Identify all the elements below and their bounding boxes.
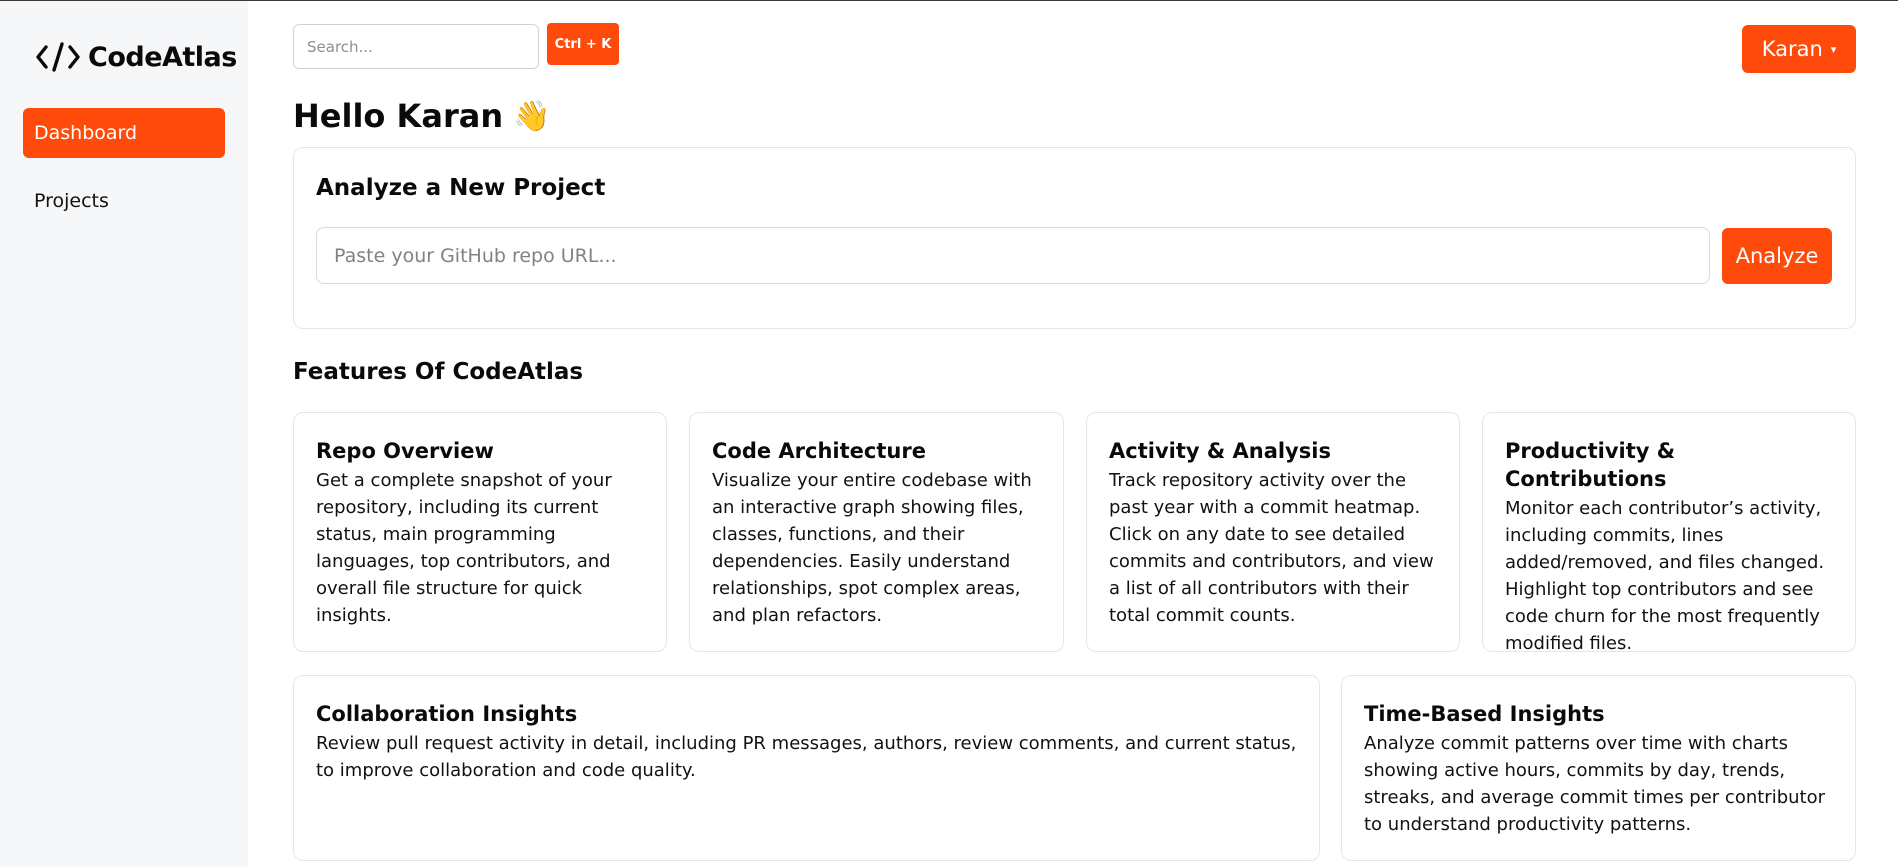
feature-card-time-based-insights: Time-Based Insights Analyze commit patte…: [1341, 675, 1856, 861]
sidebar-item-label: Dashboard: [34, 122, 138, 144]
user-menu-button[interactable]: Karan ▾: [1742, 25, 1856, 73]
feature-card-code-architecture: Code Architecture Visualize your entire …: [689, 412, 1064, 652]
feature-card-description: Analyze commit patterns over time with c…: [1364, 733, 1826, 835]
app-name: CodeAtlas: [88, 41, 237, 73]
main-content: Ctrl + K Karan ▾ Hello Karan 👋 Analyze a…: [248, 1, 1898, 867]
feature-card-title: Productivity & Contributions: [1505, 439, 1676, 491]
feature-card-description: Track repository activity over the past …: [1109, 470, 1434, 626]
greeting-text: Hello Karan: [293, 97, 504, 135]
analyze-card-title: Analyze a New Project: [316, 175, 606, 201]
feature-card-collaboration-insights: Collaboration Insights Review pull reque…: [293, 675, 1320, 861]
feature-card-description: Get a complete snapshot of your reposito…: [316, 470, 612, 626]
feature-card-title: Repo Overview: [316, 439, 494, 463]
app-logo[interactable]: CodeAtlas: [36, 39, 237, 75]
page-title: Hello Karan 👋: [293, 97, 550, 135]
feature-card-productivity-contributions: Productivity & Contributions Monitor eac…: [1482, 412, 1856, 654]
feature-card-title: Code Architecture: [712, 439, 926, 463]
feature-card-repo-overview: Repo Overview Get a complete snapshot of…: [293, 412, 667, 652]
analyze-button[interactable]: Analyze: [1722, 228, 1832, 284]
search-shortcut-badge[interactable]: Ctrl + K: [547, 23, 619, 65]
feature-card-description: Monitor each contributor’s activity, inc…: [1505, 498, 1825, 654]
features-heading: Features Of CodeAtlas: [293, 359, 584, 385]
analyze-project-card: Analyze a New Project Analyze: [293, 147, 1856, 329]
feature-card-title: Collaboration Insights: [316, 702, 578, 726]
search-input[interactable]: [293, 24, 539, 69]
code-brackets-icon: [36, 42, 80, 72]
chevron-down-icon: ▾: [1830, 42, 1837, 56]
feature-card-description: Review pull request activity in detail, …: [316, 733, 1297, 781]
feature-card-title: Activity & Analysis: [1109, 439, 1331, 463]
feature-card-title: Time-Based Insights: [1364, 702, 1605, 726]
sidebar: CodeAtlas Dashboard Projects: [0, 1, 248, 867]
sidebar-item-projects[interactable]: Projects: [23, 176, 225, 226]
user-name: Karan: [1761, 37, 1823, 61]
feature-card-description: Visualize your entire codebase with an i…: [712, 470, 1032, 626]
feature-card-activity-analysis: Activity & Analysis Track repository act…: [1086, 412, 1460, 652]
sidebar-item-label: Projects: [34, 190, 109, 212]
repo-url-input[interactable]: [316, 227, 1710, 284]
sidebar-item-dashboard[interactable]: Dashboard: [23, 108, 225, 158]
waving-hand-icon: 👋: [513, 98, 551, 134]
shortcut-label: Ctrl + K: [554, 36, 612, 52]
